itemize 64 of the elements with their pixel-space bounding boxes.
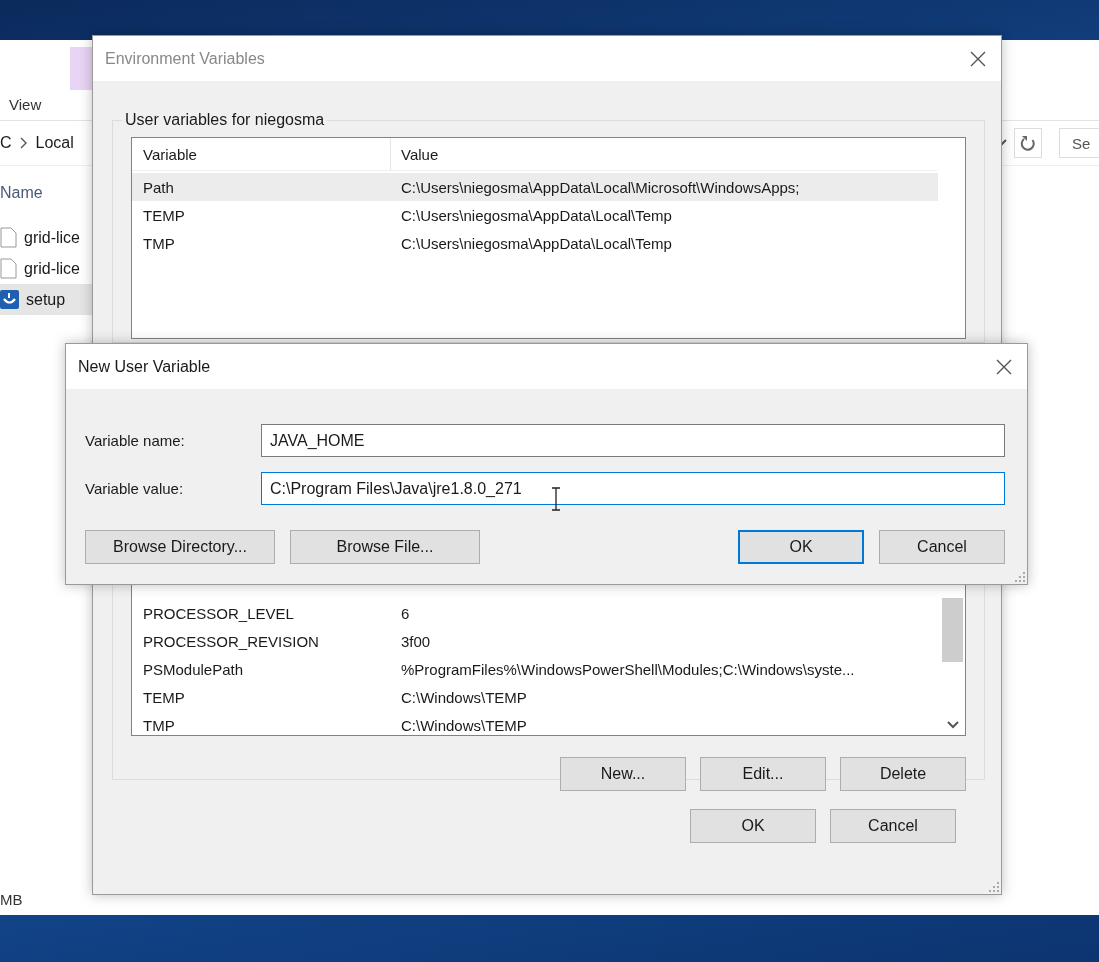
close-icon xyxy=(970,50,986,67)
field-label: Variable name: xyxy=(85,432,186,449)
list-row[interactable]: Path C:\Users\niegosma\AppData\Local\Microsoft\WindowsApps; xyxy=(132,173,938,201)
refresh-button[interactable] xyxy=(1014,128,1042,158)
file-name: grid-lice xyxy=(24,228,80,247)
list-row[interactable]: TMP C:\Windows\TEMP xyxy=(132,711,938,735)
list-row[interactable]: TEMP C:\Windows\TEMP xyxy=(132,683,938,711)
variable-name: PSModulePath xyxy=(142,660,245,678)
setup-icon xyxy=(0,290,19,309)
variable-value: %ProgramFiles%\WindowsPowerShell\Modules;C:\Windows\syste... xyxy=(400,660,855,678)
resize-grip-icon xyxy=(1015,572,1025,582)
dialog-button[interactable]: Delete xyxy=(840,757,966,791)
variable-value: C:\Users\niegosma\AppData\Local\Temp xyxy=(400,206,672,224)
scroll-down-icon xyxy=(946,721,959,729)
dialog-button[interactable]: Browse File... xyxy=(290,530,480,564)
dialog-button[interactable]: OK xyxy=(690,809,816,843)
file-row[interactable]: setup xyxy=(0,284,92,315)
dialog-button[interactable]: New... xyxy=(560,757,686,791)
variable-name: Path xyxy=(142,178,175,196)
breadcrumb-item[interactable]: C xyxy=(0,134,12,152)
variable-name: TEMP xyxy=(142,206,186,224)
file-name: grid-lice xyxy=(24,259,80,278)
list-row[interactable]: PSModulePath %ProgramFiles%\WindowsPowerShell\Modules;C:\Windows\syste... xyxy=(132,655,938,683)
window-title: New User Variable xyxy=(78,357,211,376)
dialog-button[interactable]: Edit... xyxy=(700,757,826,791)
variable-value: 3f00 xyxy=(400,632,431,650)
chevron-right-icon xyxy=(19,137,28,149)
variable-name: TEMP xyxy=(142,688,186,706)
breadcrumb-item[interactable]: Local xyxy=(35,134,74,152)
dialog-button[interactable]: Cancel xyxy=(830,809,956,843)
variable-value: C:\Users\niegosma\AppData\Local\Temp xyxy=(400,234,672,252)
variable-name: PROCESSOR_LEVEL xyxy=(142,604,295,622)
list-row[interactable]: TEMP C:\Users\niegosma\AppData\Local\Temp xyxy=(132,201,938,229)
column-header[interactable]: Value xyxy=(391,145,439,163)
column-header[interactable]: Variable xyxy=(132,138,391,170)
tab-highlight xyxy=(70,47,92,90)
variable-value: 6 xyxy=(400,604,410,622)
file-row[interactable]: grid-lice xyxy=(0,222,92,253)
dialog-button[interactable]: OK xyxy=(738,530,864,564)
dialog-button[interactable]: Browse Directory... xyxy=(85,530,275,564)
list-row[interactable]: PROCESSOR_LEVEL 6 xyxy=(132,599,938,627)
file-name: setup xyxy=(26,290,66,309)
input-field[interactable]: C:\Program Files\Java\jre1.8.0_271 xyxy=(261,472,1005,505)
text-cursor-icon xyxy=(551,487,561,511)
refresh-icon xyxy=(1020,134,1036,152)
close-icon xyxy=(996,358,1012,375)
scrollbar-thumb[interactable] xyxy=(942,598,963,662)
input-field[interactable]: JAVA_HOME xyxy=(261,424,1005,457)
variable-value: C:\Windows\TEMP xyxy=(400,716,527,734)
file-row[interactable]: grid-lice xyxy=(0,253,92,284)
field-label: Variable value: xyxy=(85,480,185,497)
list-row[interactable]: PROCESSOR_REVISION 3f00 xyxy=(132,627,938,655)
variable-name: TMP xyxy=(142,716,176,734)
variable-name: PROCESSOR_REVISION xyxy=(142,632,320,650)
search-field[interactable]: Se xyxy=(1059,128,1099,158)
variable-value: C:\Windows\TEMP xyxy=(400,688,527,706)
window-title: Environment Variables xyxy=(105,49,265,68)
group-label: User variables for niegosma xyxy=(124,111,326,129)
variable-name: TMP xyxy=(142,234,176,252)
variable-value: C:\Users\niegosma\AppData\Local\Microsoft\WindowsApps; xyxy=(400,178,800,196)
resize-grip-icon xyxy=(989,882,999,892)
status-text: MB xyxy=(0,891,24,908)
list-row[interactable]: TMP C:\Users\niegosma\AppData\Local\Temp xyxy=(132,229,938,257)
dialog-button[interactable]: Cancel xyxy=(879,530,1005,564)
